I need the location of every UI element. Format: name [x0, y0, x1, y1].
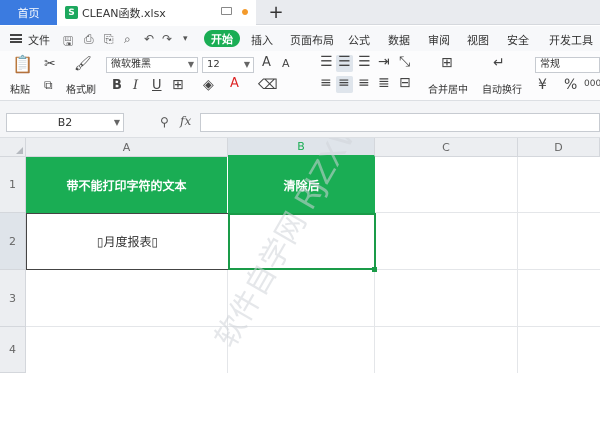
fx-icon[interactable]: fx — [180, 114, 191, 128]
column-header-a[interactable]: A — [26, 138, 228, 157]
orientation-icon[interactable]: ⤡ — [399, 54, 410, 70]
name-box-value: B2 — [57, 116, 73, 129]
menu-security[interactable]: 安全 — [507, 32, 529, 48]
font-size-select[interactable]: 12 ▼ — [202, 57, 254, 73]
formula-bar: B2 ▼ ⚲ fx — [0, 101, 600, 138]
cut-icon[interactable]: ✂ — [44, 56, 56, 72]
align-bottom-icon[interactable]: ☰ — [358, 54, 371, 70]
borders-icon[interactable]: ⊞ — [172, 77, 184, 93]
name-box[interactable]: B2 ▼ — [6, 113, 124, 132]
print-preview-icon[interactable]: ⎙ — [84, 32, 94, 47]
monitor-icon[interactable] — [221, 7, 232, 15]
number-format-value: 常规 — [540, 59, 560, 70]
select-all-corner[interactable] — [0, 138, 26, 157]
format-painter-icon[interactable]: 🖌 — [74, 56, 92, 72]
menu-icon[interactable] — [10, 34, 22, 43]
row-header-2[interactable]: 2 — [0, 213, 26, 270]
customize-icon[interactable]: ▾ — [183, 34, 188, 44]
home-tab[interactable]: 首页 — [0, 0, 57, 25]
thousands-button[interactable]: 000 — [584, 79, 600, 89]
column-header-d[interactable]: D — [518, 138, 600, 157]
paste-button[interactable]: 粘贴 — [10, 81, 30, 96]
fill-color-icon[interactable]: ◈ — [203, 77, 214, 93]
paste-icon[interactable]: 📋 — [12, 55, 33, 75]
justify-icon[interactable]: ≣ — [378, 75, 390, 91]
grid-line — [227, 270, 228, 373]
menu-data[interactable]: 数据 — [388, 32, 410, 48]
find-icon[interactable]: ⌕ — [124, 32, 131, 47]
print-icon[interactable]: ⎘ — [104, 32, 114, 47]
grid-line — [26, 326, 600, 327]
menu-page-layout[interactable]: 页面布局 — [290, 32, 334, 48]
grid-line — [375, 212, 600, 213]
align-top-icon[interactable]: ☰ — [320, 54, 333, 70]
grid-line — [517, 157, 518, 373]
row-header-1[interactable]: 1 — [0, 157, 26, 213]
row-header-3[interactable]: 3 — [0, 270, 26, 327]
redo-icon[interactable]: ↷ — [162, 32, 172, 46]
font-grow-button[interactable]: A — [262, 55, 271, 70]
column-header-c[interactable]: C — [375, 138, 518, 157]
menu-start[interactable]: 开始 — [204, 30, 240, 47]
wrap-text-icon[interactable]: ↵ — [493, 55, 505, 71]
align-center-icon[interactable]: ≡ — [338, 75, 350, 91]
indent-icon[interactable]: ⇥ — [378, 54, 390, 70]
clear-icon[interactable]: ⌫ — [258, 77, 278, 93]
menu-file[interactable]: 文件 — [28, 32, 50, 48]
cell-b1[interactable]: 清除后 — [228, 157, 375, 213]
underline-button[interactable]: U — [152, 78, 162, 93]
bold-button[interactable]: B — [112, 78, 122, 93]
unsaved-dot-icon — [242, 9, 248, 15]
zoom-icon[interactable]: ⚲ — [160, 115, 169, 129]
grid-line — [375, 269, 600, 270]
menu-review[interactable]: 审阅 — [428, 32, 450, 48]
font-color-icon[interactable]: A — [230, 76, 239, 91]
font-name-select[interactable]: 微软雅黑 ▼ — [106, 57, 198, 73]
currency-icon[interactable]: ¥ — [538, 77, 547, 93]
document-name: CLEAN函数.xlsx — [82, 6, 166, 20]
cell-a2[interactable]: ▯月度报表▯ — [26, 213, 229, 270]
chevron-down-icon: ▼ — [187, 60, 194, 69]
align-left-icon[interactable]: ≡ — [320, 75, 332, 91]
fill-handle[interactable] — [372, 267, 377, 272]
chevron-down-icon: ▼ — [113, 118, 120, 127]
font-shrink-button[interactable]: A — [282, 57, 290, 70]
format-painter-button[interactable]: 格式刷 — [66, 81, 96, 96]
menu-bar: 文件 🖫 ⎙ ⎘ ⌕ ↶ ↷ ▾ 开始 插入 页面布局 公式 数据 审阅 视图 … — [0, 26, 600, 51]
ribbon-toolbar: 📋 粘贴 ✂ ⧉ 🖌 格式刷 微软雅黑 ▼ 12 ▼ A A B I U ⊞ ◈… — [0, 51, 600, 101]
menu-view[interactable]: 视图 — [467, 32, 489, 48]
percent-button[interactable]: % — [564, 77, 577, 93]
spreadsheet-icon: S — [65, 6, 78, 19]
cell-a1[interactable]: 带不能打印字符的文本 — [26, 157, 228, 213]
align-middle-icon[interactable]: ☰ — [338, 54, 351, 70]
distributed-icon[interactable]: ⊟ — [399, 75, 411, 91]
add-tab-button[interactable]: + — [266, 1, 286, 23]
cell-b2[interactable] — [228, 213, 376, 270]
row-header-4[interactable]: 4 — [0, 327, 26, 373]
spreadsheet-grid: A B C D 1 2 3 4 带不能打印字符的文本 清除后 ▯月度报表▯ 软件… — [0, 138, 600, 373]
merge-center-icon[interactable]: ⊞ — [441, 55, 453, 71]
undo-icon[interactable]: ↶ — [144, 32, 154, 46]
align-right-icon[interactable]: ≡ — [358, 75, 370, 91]
formula-input[interactable] — [200, 113, 600, 132]
number-format-select[interactable]: 常规 — [535, 57, 600, 73]
chevron-down-icon: ▼ — [243, 60, 250, 69]
title-bar: 首页 S CLEAN函数.xlsx + — [0, 0, 600, 25]
menu-insert[interactable]: 插入 — [251, 32, 273, 48]
italic-button[interactable]: I — [133, 78, 138, 93]
merge-center-button[interactable]: 合并居中 — [428, 81, 468, 96]
wrap-text-button[interactable]: 自动换行 — [482, 81, 522, 96]
font-name-value: 微软雅黑 — [111, 59, 151, 70]
save-icon[interactable]: 🖫 — [63, 32, 73, 53]
column-header-b[interactable]: B — [228, 138, 375, 157]
menu-developer[interactable]: 开发工具 — [549, 32, 593, 48]
copy-icon[interactable]: ⧉ — [44, 78, 53, 93]
font-size-value: 12 — [207, 59, 220, 70]
menu-formulas[interactable]: 公式 — [348, 32, 370, 48]
